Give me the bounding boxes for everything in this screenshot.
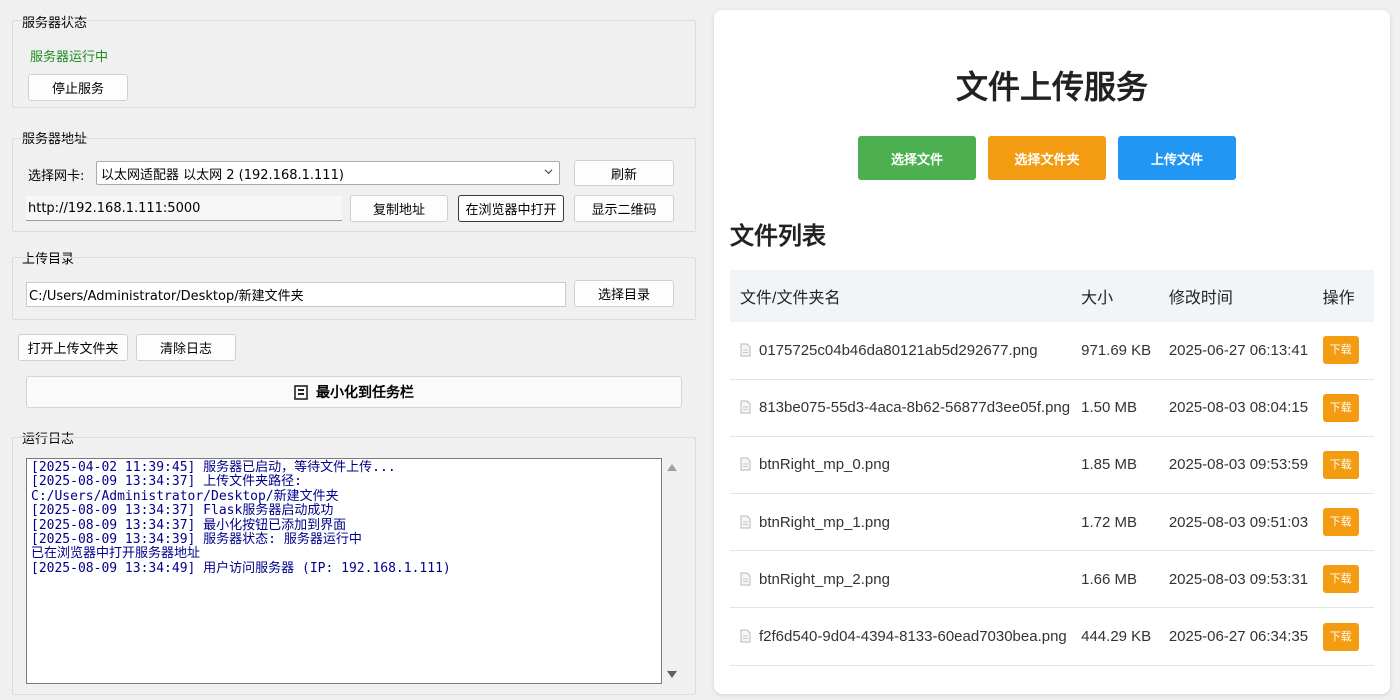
file-mtime: 2025-08-03 08:04:15 — [1158, 379, 1313, 437]
clear-log-button[interactable]: 清除日志 — [136, 334, 236, 361]
file-size: 971.69 KB — [1071, 322, 1159, 380]
file-size: 1.50 MB — [1071, 379, 1159, 437]
table-row: 813be075-55d3-4aca-8b62-56877d3ee05f.png… — [730, 379, 1374, 437]
table-row: btnRight_mp_2.png 1.66 MB 2025-08-03 09:53… — [730, 550, 1374, 609]
log-output[interactable]: [2025-04-02 11:39:45] 服务器已启动，等待文件上传... [… — [26, 458, 662, 684]
file-name-cell: f2f6d540-9d04-4394-8133-60ead7030bea.png — [730, 607, 1072, 666]
file-size: 1.66 MB — [1071, 550, 1159, 609]
web-upload-page: 文件上传服务 选择文件 选择文件夹 上传文件 文件列表 文件/文件夹名 大小 修… — [714, 10, 1390, 694]
action-cell: 下载 — [1312, 493, 1374, 552]
desktop-app-window: 服务器状态 服务器运行中 停止服务 服务器地址 选择网卡: 以太网适配器 以太网… — [0, 0, 700, 700]
choose-directory-button[interactable]: 选择目录 — [574, 280, 674, 307]
nic-label: 选择网卡: — [28, 169, 85, 184]
action-cell: 下载 — [1312, 607, 1374, 666]
log-line: [2025-08-09 13:34:37] 最小化按钮已添加到界面 — [31, 517, 347, 533]
table-row: f2f6d540-9d04-4394-8133-60ead7030bea.png… — [730, 607, 1374, 666]
table-row: btnRight_mp_0.png 1.85 MB 2025-08-03 09:53… — [730, 436, 1374, 495]
file-size: 1.72 MB — [1071, 493, 1159, 552]
file-mtime: 2025-06-27 06:34:35 — [1158, 607, 1313, 666]
table-row: btnRight_mp_1.png 1.72 MB 2025-08-03 09:51… — [730, 493, 1374, 552]
download-button[interactable]: 下载 — [1322, 622, 1359, 651]
file-table: 文件/文件夹名 大小 修改时间 操作 0175725c04b46da80121a… — [730, 270, 1374, 666]
action-cell: 下载 — [1312, 322, 1374, 380]
file-name-cell: 813be075-55d3-4aca-8b62-56877d3ee05f.png — [730, 379, 1072, 437]
file-name-cell: 0175725c04b46da80121ab5d292677.png — [730, 322, 1072, 380]
minimize-to-taskbar-button[interactable]: 最小化到任务栏 — [26, 376, 682, 408]
file-icon — [740, 400, 751, 414]
scroll-down-icon[interactable] — [667, 671, 677, 678]
show-qrcode-button[interactable]: 显示二维码 — [574, 195, 674, 222]
action-cell: 下载 — [1312, 379, 1374, 437]
file-list-title: 文件列表 — [730, 223, 826, 250]
file-mtime: 2025-08-03 09:53:59 — [1158, 436, 1313, 495]
upload-dir-field[interactable]: C:/Users/Administrator/Desktop/新建文件夹 — [26, 282, 566, 307]
file-mtime: 2025-08-03 09:51:03 — [1158, 493, 1313, 552]
file-size: 444.29 KB — [1071, 607, 1159, 666]
log-line: 已在浏览器中打开服务器地址 — [31, 546, 201, 562]
file-name-cell: btnRight_mp_0.png — [730, 436, 1072, 495]
document-icon — [294, 384, 308, 400]
column-header-name: 文件/文件夹名 — [730, 270, 1072, 322]
file-mtime: 2025-06-27 06:13:41 — [1158, 322, 1313, 380]
server-status-text: 服务器运行中 — [30, 50, 109, 65]
download-button[interactable]: 下载 — [1322, 508, 1359, 537]
scroll-up-icon[interactable] — [667, 464, 677, 471]
stop-service-button[interactable]: 停止服务 — [28, 74, 128, 101]
column-header-size: 大小 — [1071, 270, 1159, 322]
file-name[interactable]: f2f6d540-9d04-4394-8133-60ead7030bea.png — [759, 628, 1067, 645]
file-icon — [740, 457, 751, 471]
copy-address-button[interactable]: 复制地址 — [350, 195, 448, 222]
file-icon — [740, 343, 751, 357]
file-name[interactable]: 813be075-55d3-4aca-8b62-56877d3ee05f.png — [759, 399, 1070, 416]
download-button[interactable]: 下载 — [1322, 450, 1359, 479]
action-cell: 下载 — [1312, 550, 1374, 609]
nic-select-value: 以太网适配器 以太网 2 (192.168.1.111) — [101, 167, 344, 183]
server-url-field[interactable]: http://192.168.1.111:5000 — [26, 196, 342, 221]
column-header-action: 操作 — [1312, 270, 1374, 322]
select-folder-button[interactable]: 选择文件夹 — [988, 136, 1106, 180]
file-table-header: 文件/文件夹名 大小 修改时间 操作 — [730, 270, 1374, 322]
file-name[interactable]: btnRight_mp_1.png — [759, 514, 890, 531]
minimize-to-taskbar-label: 最小化到任务栏 — [316, 385, 414, 401]
file-name[interactable]: btnRight_mp_2.png — [759, 571, 890, 588]
action-cell: 下载 — [1312, 436, 1374, 495]
download-button[interactable]: 下载 — [1322, 336, 1359, 365]
file-name-cell: btnRight_mp_1.png — [730, 493, 1072, 552]
page-title: 文件上传服务 — [955, 69, 1148, 105]
open-in-browser-button[interactable]: 在浏览器中打开 — [458, 195, 564, 222]
column-header-mtime: 修改时间 — [1158, 270, 1313, 322]
log-scrollbar[interactable] — [662, 458, 682, 684]
refresh-button[interactable]: 刷新 — [574, 160, 674, 186]
download-button[interactable]: 下载 — [1322, 393, 1359, 422]
log-line: [2025-08-09 13:34:49] 用户访问服务器 (IP: 192.1… — [31, 560, 451, 576]
file-name[interactable]: 0175725c04b46da80121ab5d292677.png — [759, 342, 1038, 359]
nic-select[interactable]: 以太网适配器 以太网 2 (192.168.1.111) — [96, 161, 560, 185]
file-name[interactable]: btnRight_mp_0.png — [759, 456, 890, 473]
select-file-button[interactable]: 选择文件 — [858, 136, 976, 180]
file-size: 1.85 MB — [1071, 436, 1159, 495]
open-upload-folder-button[interactable]: 打开上传文件夹 — [18, 334, 128, 361]
table-row: 0175725c04b46da80121ab5d292677.png 971.69… — [730, 322, 1374, 380]
download-button[interactable]: 下载 — [1322, 565, 1359, 594]
upload-button[interactable]: 上传文件 — [1118, 136, 1236, 180]
file-icon — [740, 515, 751, 529]
file-mtime: 2025-08-03 09:53:31 — [1158, 550, 1313, 609]
file-icon — [740, 629, 751, 643]
log-line: [2025-08-09 13:34:37] Flask服务器启动成功 — [31, 503, 334, 519]
file-name-cell: btnRight_mp_2.png — [730, 550, 1072, 609]
log-line: [2025-08-09 13:34:37] 上传文件夹路径: — [31, 474, 303, 490]
file-icon — [740, 572, 751, 586]
chevron-down-icon — [544, 169, 553, 175]
